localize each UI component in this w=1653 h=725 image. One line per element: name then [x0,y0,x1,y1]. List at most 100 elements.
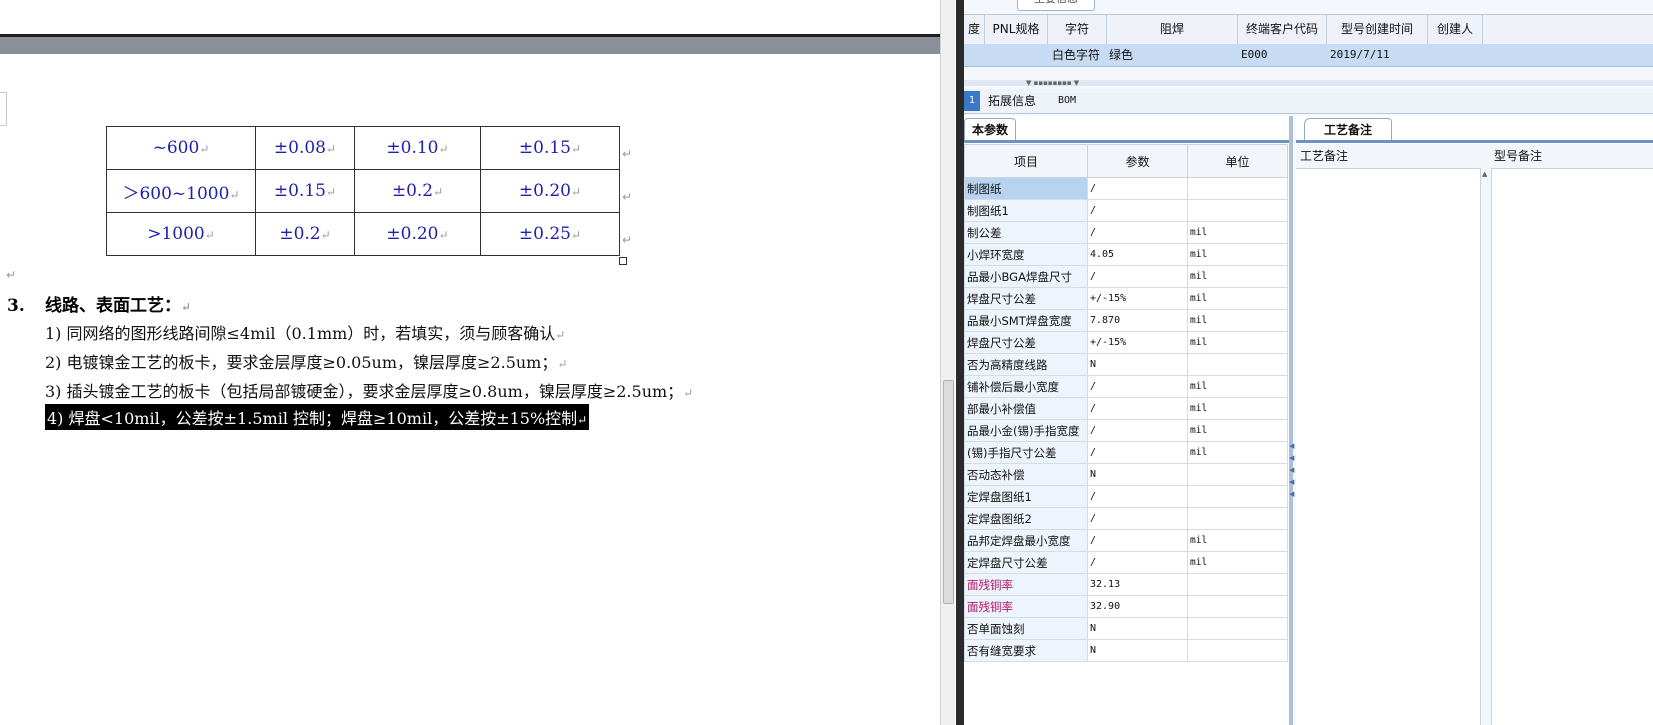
param-cell-value[interactable]: / [1087,397,1188,420]
param-header-unit[interactable]: 单位 [1187,144,1288,178]
param-cell-unit: mil [1187,331,1288,354]
param-row[interactable]: 焊盘尺寸公差 +/-15% mil [964,287,1288,310]
param-cell-value[interactable]: / [1087,507,1188,530]
param-row[interactable]: 焊盘尺寸公差 +/-15% mil [964,331,1288,354]
param-cell-value[interactable]: +/-15% [1087,331,1188,354]
tolerance-cell[interactable]: ±0.20↵ [480,169,620,213]
param-cell-value[interactable]: N [1087,639,1188,662]
tolerance-cell[interactable]: >1000↵ [106,212,256,256]
param-row[interactable]: 否有缝宽要求 N [964,639,1288,662]
param-cell-value[interactable]: 32.13 [1087,573,1188,596]
param-cell-value[interactable]: / [1087,375,1188,398]
param-row[interactable]: 否单面蚀刻 N [964,617,1288,640]
document-scrollbar[interactable] [940,0,955,725]
param-row[interactable]: 否为高精度线路 N [964,353,1288,376]
requirement-line-1: 1) 同网络的图形线路间隙≤4mil（0.1mm）时，若填实，须与顾客确认↵ [45,324,566,343]
remark-header-process[interactable]: 工艺备注 [1296,144,1348,168]
param-row[interactable]: 制图纸 / [964,177,1288,200]
tolerance-cell[interactable]: ±0.2↵ [255,212,355,256]
section-title: 线路、表面工艺： [45,296,181,316]
param-cell-item: (锡)手指尺寸公差 [964,441,1088,464]
param-row[interactable]: 铺补偿后最小宽度 / mil [964,375,1288,398]
param-cell-value[interactable]: / [1087,529,1188,552]
param-row[interactable]: 定焊盘图纸1/ [964,485,1288,508]
tolerance-cell[interactable]: ±0.15↵ [255,169,355,213]
param-row[interactable]: 小焊环宽度 4.05 mil [964,243,1288,266]
tab-main-info[interactable]: 主要信息 [1017,0,1095,11]
param-cell-value[interactable]: / [1087,551,1188,574]
param-cell-value[interactable]: +/-15% [1087,287,1188,310]
param-cell-value[interactable]: N [1087,353,1188,376]
col-header-solder-mask[interactable]: 阻焊 [1107,15,1238,44]
param-cell-value[interactable]: / [1087,177,1188,200]
param-cell-value[interactable]: / [1087,419,1188,442]
remark-header-model[interactable]: 型号备注 [1490,144,1542,168]
tolerance-cell[interactable]: ±0.20↵ [354,212,481,256]
param-cell-value[interactable]: / [1087,441,1188,464]
tab-ext-info[interactable]: 拓展信息 [988,91,1036,111]
tab-strip [1296,140,1653,143]
param-cell-item: 制图纸1 [964,199,1088,222]
col-header-truncated[interactable]: 度 [964,15,985,44]
param-row[interactable]: (锡)手指尺寸公差 / mil [964,441,1288,464]
row-end-mark: ↵ [622,147,633,161]
param-cell-value[interactable]: / [1087,221,1188,244]
param-row[interactable]: 部最小补偿值 / mil [964,397,1288,420]
remark-header: 工艺备注 型号备注 [1296,144,1653,169]
tolerance-cell[interactable]: ±0.10↵ [354,126,481,170]
col-header-character[interactable]: 字符 [1048,15,1107,44]
col-header-creator[interactable]: 创建人 [1428,15,1483,44]
horizontal-splitter[interactable]: ▼ ▪▪▪▪▪▪▪▪ ▼ [964,80,1653,87]
table-resize-handle[interactable] [619,257,627,265]
erp-window: 主要信息 度 PNL规格 字符 阻焊 终端客户代码 型号创建时间 创建人 白色字… [964,0,1653,725]
param-row[interactable]: 否动态补偿 N [964,463,1288,486]
requirement-line-4-selected[interactable]: 4) 焊盘<10mil，公差按±1.5mil 控制；焊盘≥10mil，公差按±1… [45,404,590,430]
col-header-created-time[interactable]: 型号创建时间 [1327,15,1428,44]
param-cell-value[interactable]: N [1087,617,1188,640]
param-cell-value[interactable]: / [1087,485,1188,508]
param-row[interactable]: 制图纸1/ [964,199,1288,222]
section-heading: 3. 线路、表面工艺：↵ [7,291,191,316]
param-row[interactable]: 面残铜率 32.90 [964,595,1288,618]
tab-selected[interactable]: 1 [964,91,980,111]
tolerance-cell[interactable]: ±0.08↵ [255,126,355,170]
param-row[interactable]: 定焊盘图纸2/ [964,507,1288,530]
param-row[interactable]: 品最小SMT焊盘宽度 7.870 mil [964,309,1288,332]
param-cell-value[interactable]: / [1087,265,1188,288]
param-header-item[interactable]: 项目 [964,144,1088,178]
param-cell-value[interactable]: / [1087,199,1188,222]
grid-row-selected[interactable]: 白色字符 绿色 E000 2019/7/11 [964,44,1653,67]
tolerance-cell[interactable]: ±0.25↵ [480,212,620,256]
remark-scrollbar[interactable]: ▲ [1480,168,1492,725]
param-cell-unit [1187,177,1288,200]
tolerance-table: ~600↵ ±0.08↵ ±0.10↵ ±0.15↵ ＞600~1000↵ ±0.15↵ ±… [106,126,620,256]
param-row[interactable]: 品邦定焊盘最小宽度 / mil [964,529,1288,552]
tolerance-cell[interactable]: ＞600~1000↵ [106,169,256,213]
param-row[interactable]: 品最小BGA焊盘尺寸 / mil [964,265,1288,288]
tolerance-cell[interactable]: ~600↵ [106,126,256,170]
param-row[interactable]: 定焊盘尺寸公差 / mil [964,551,1288,574]
tab-basic-params[interactable]: 本参数 [964,118,1016,141]
cell-created-time: 2019/7/11 [1330,48,1390,61]
param-header-value[interactable]: 参数 [1087,144,1188,178]
col-header-pnl-spec[interactable]: PNL规格 [985,15,1048,44]
panel-collapse-arrows[interactable]: ◀ ◀ ◀ ◀ ◀ [1289,440,1296,510]
param-row[interactable]: 品最小金(锡)手指宽度 / mil [964,419,1288,442]
param-cell-value[interactable]: 32.90 [1087,595,1188,618]
param-cell-item: 铺补偿后最小宽度 [964,375,1088,398]
scroll-up-icon[interactable]: ▲ [1482,170,1487,178]
row-end-mark: ↵ [622,233,633,247]
param-row[interactable]: 制公差 / mil [964,221,1288,244]
param-cell-value[interactable]: 4.05 [1087,243,1188,266]
param-row[interactable]: 面残铜率 32.13 [964,573,1288,596]
tolerance-cell[interactable]: ±0.2↵ [354,169,481,213]
tab-bom[interactable]: BOM [1058,91,1076,111]
param-cell-value[interactable]: N [1087,463,1188,486]
scrollbar-thumb[interactable] [943,380,954,604]
col-header-customer-code[interactable]: 终端客户代码 [1238,15,1327,44]
tolerance-cell[interactable]: ±0.15↵ [480,126,620,170]
param-cell-value[interactable]: 7.870 [1087,309,1188,332]
tab-process-remark[interactable]: 工艺备注 [1304,118,1392,141]
param-cell-unit [1187,199,1288,222]
param-cell-item: 焊盘尺寸公差 [964,287,1088,310]
